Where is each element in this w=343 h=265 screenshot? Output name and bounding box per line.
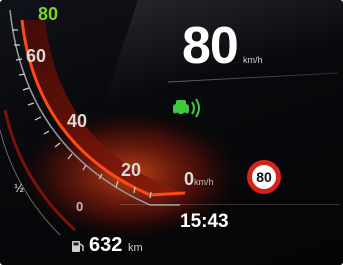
speed-zero-label: 0km/h xyxy=(184,169,214,190)
speed-tick-label: 80 xyxy=(38,4,59,24)
range-value: 632 xyxy=(89,234,123,256)
speedometer-dial xyxy=(0,9,250,245)
secondary-tick-label: 0 xyxy=(76,199,84,214)
speed-tick-label: 60 xyxy=(26,46,47,66)
speed-limit-value: 80 xyxy=(256,169,272,185)
digital-speed-value: 80 xyxy=(182,17,239,75)
fuel-icon xyxy=(72,241,84,252)
digital-speed-unit: km/h xyxy=(243,55,263,65)
speed-tick-label: 40 xyxy=(67,111,88,131)
speed-tick-label: 20 xyxy=(121,160,142,180)
range-readout: 632 km xyxy=(89,234,143,257)
bottom-divider xyxy=(120,204,340,205)
instrument-cluster: 80 60 40 20 ½ 0 80 km/h 0km/h 80 15:43 6… xyxy=(0,0,343,265)
secondary-tick-label: ½ xyxy=(14,181,25,195)
zero-unit: km/h xyxy=(194,177,214,187)
range-unit: km xyxy=(127,242,143,254)
driver-assist-icon xyxy=(173,98,200,118)
clock-time: 15:43 xyxy=(180,211,229,232)
speed-limit-sign: 80 xyxy=(247,160,281,194)
zero-value: 0 xyxy=(184,169,195,189)
